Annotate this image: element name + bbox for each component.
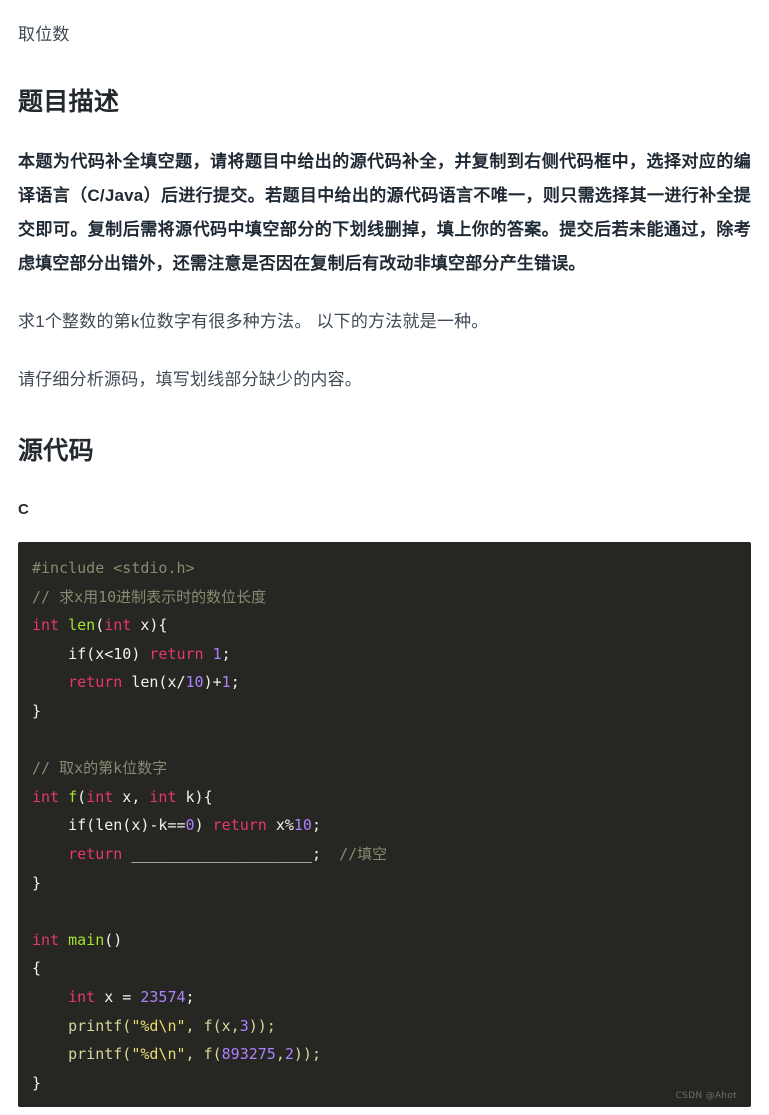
- code-token-punct: }: [32, 701, 42, 720]
- code-token-number: 1: [221, 673, 231, 692]
- code-token-keyword: int: [104, 616, 132, 635]
- code-token-include: #include <stdio.h>: [32, 559, 195, 577]
- code-token-keyword: int: [32, 930, 60, 949]
- code-token-plain: x,: [113, 787, 150, 806]
- code-token-keyword: int: [32, 616, 60, 635]
- description-notice: 本题为代码补全填空题，请将题目中给出的源代码补全，并复制到右侧代码框中，选择对应…: [18, 152, 751, 274]
- code-token-number: 10: [293, 816, 312, 835]
- code-token-number: 10: [185, 673, 204, 692]
- code-token-comment: // 取x的第k位数字: [32, 759, 168, 778]
- code-token-punct: ;: [185, 987, 195, 1006]
- code-token-punct: {: [32, 959, 42, 978]
- csdn-watermark: CSDN @Ahot: [675, 1091, 737, 1102]
- code-token-keyword: int: [32, 787, 60, 806]
- code-token-comment: // 求x用10进制表示时的数位长度: [32, 587, 267, 606]
- code-token-number: 3: [239, 1016, 249, 1035]
- code-content: #include <stdio.h> // 求x用10进制表示时的数位长度 int …: [18, 554, 751, 1097]
- code-token-number: 2: [284, 1045, 294, 1064]
- section-heading-description: 题目描述: [18, 87, 120, 116]
- code-token-plain: len(x/: [122, 673, 186, 692]
- code-token-plain: , f(x,: [185, 1016, 240, 1035]
- code-token-plain: x =: [95, 987, 141, 1006]
- code-token-punct: (: [95, 616, 105, 635]
- code-token-plain: )+: [203, 673, 222, 692]
- description-paragraph-2: 请仔细分析源码，填写划线部分缺少的内容。: [18, 370, 362, 390]
- code-token-plain: x%: [266, 816, 294, 835]
- code-line: printf("%d\n", f(x,3));: [32, 1012, 737, 1041]
- code-token-plain: if(x<10): [32, 644, 141, 663]
- code-token-blank-fill: ____________________;: [122, 844, 321, 863]
- code-token-function: main: [68, 930, 105, 949]
- code-line: }: [32, 869, 737, 898]
- code-block[interactable]: #include <stdio.h> // 求x用10进制表示时的数位长度 int …: [18, 542, 751, 1108]
- code-token-number: 893275: [221, 1045, 276, 1064]
- code-token-punct: ;: [221, 644, 231, 663]
- code-token-punct: ;: [311, 816, 321, 835]
- code-token-number: 0: [185, 816, 195, 835]
- code-line: #include <stdio.h>: [32, 554, 737, 583]
- code-line: // 取x的第k位数字: [32, 754, 737, 783]
- code-line: if(x<10) return 1;: [32, 640, 737, 669]
- code-line: int main(): [32, 926, 737, 955]
- code-token-punct: ;: [230, 673, 240, 692]
- code-token-call: printf(: [32, 1016, 132, 1035]
- code-token-function: len: [68, 616, 96, 635]
- code-token-plain: , f(: [185, 1045, 222, 1064]
- code-token-keyword: int: [149, 787, 177, 806]
- code-line: }: [32, 1069, 737, 1098]
- code-line: int x = 23574;: [32, 983, 737, 1012]
- code-token-number: 1: [212, 644, 222, 663]
- code-token-string: "%d\n": [131, 1016, 186, 1035]
- section-heading-source-code: 源代码: [18, 437, 94, 466]
- code-token-keyword: return: [212, 816, 267, 835]
- code-token-keyword: int: [32, 987, 96, 1006]
- code-token-punct: }: [32, 1073, 42, 1092]
- code-line: {: [32, 954, 737, 983]
- code-token-keyword: return: [32, 673, 123, 692]
- page-title: 取位数: [18, 25, 70, 44]
- code-line: }: [32, 697, 737, 726]
- code-line: int f(int x, int k){: [32, 783, 737, 812]
- code-token-punct: }: [32, 873, 42, 892]
- code-token-call: printf(: [32, 1045, 132, 1064]
- code-token-comment: //填空: [339, 844, 388, 863]
- code-token-plain: x){: [131, 616, 168, 635]
- code-language-label: C: [18, 501, 29, 518]
- code-line: int len(int x){: [32, 611, 737, 640]
- article-page: 取位数 题目描述 本题为代码补全填空题，请将题目中给出的源代码补全，并复制到右侧…: [0, 0, 769, 1108]
- code-token-keyword: return: [32, 844, 123, 863]
- code-token-punct: (): [104, 930, 123, 949]
- code-token-punct: ): [194, 816, 204, 835]
- code-token-keyword: return: [149, 644, 204, 663]
- code-line: return ____________________; //填空: [32, 840, 737, 869]
- code-token-function: f: [68, 787, 78, 806]
- code-line: return len(x/10)+1;: [32, 668, 737, 697]
- code-line: if(len(x)-k==0) return x%10;: [32, 811, 737, 840]
- description-paragraph-1: 求1个整数的第k位数字有很多种方法。 以下的方法就是一种。: [18, 312, 489, 332]
- code-token-plain: if(len(x)-k==: [32, 816, 186, 835]
- code-token-number: 23574: [140, 987, 186, 1006]
- code-token-punct: (: [77, 787, 87, 806]
- code-line: // 求x用10进制表示时的数位长度: [32, 583, 737, 612]
- code-token-punct: ));: [248, 1016, 276, 1035]
- code-token-keyword: int: [86, 787, 114, 806]
- code-line: printf("%d\n", f(893275,2));: [32, 1040, 737, 1069]
- code-token-punct: ));: [293, 1045, 321, 1064]
- code-token-string: "%d\n": [131, 1045, 186, 1064]
- code-token-plain: k){: [176, 787, 213, 806]
- code-token-punct: ,: [275, 1045, 285, 1064]
